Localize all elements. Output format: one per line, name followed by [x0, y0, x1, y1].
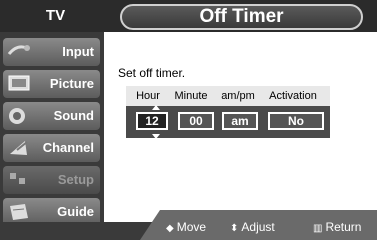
hint-adjust-label: Adjust	[241, 220, 275, 234]
speaker-icon	[9, 108, 25, 124]
sidebar-item-input[interactable]: Input	[3, 38, 100, 66]
hint-return-label: Return	[325, 220, 362, 234]
panel-subtitle: Set off timer.	[118, 66, 186, 80]
page-title: Off Timer	[120, 4, 363, 30]
sidebar-item-label: Input	[62, 44, 94, 59]
column-header-minute: Minute	[174, 90, 208, 102]
sidebar-item-picture[interactable]: Picture	[3, 70, 100, 98]
tv-screen: TV Off Timer Input Picture Sound Channel…	[0, 0, 377, 240]
hint-move: ◆ Move	[166, 218, 206, 238]
picture-monitor-icon	[8, 75, 30, 91]
sidebar-item-label: Setup	[57, 172, 94, 187]
sidebar-item-setup[interactable]: Setup	[3, 166, 100, 194]
hint-move-label: Move	[176, 220, 207, 234]
adjust-icon: ⬍	[230, 223, 239, 234]
setup-icon	[10, 173, 25, 184]
hint-adjust: ⬍ Adjust	[230, 218, 275, 238]
channel-dish-icon	[10, 141, 28, 155]
column-header-activation: Activation	[269, 90, 317, 102]
guide-icon	[10, 204, 28, 220]
decrease-arrow-icon[interactable]	[152, 134, 160, 139]
sidebar-item-label: Picture	[49, 76, 94, 91]
ampm-field[interactable]: am	[222, 112, 258, 130]
sidebar-item-label: Channel	[42, 140, 94, 155]
hint-return: ▥ Return	[313, 218, 361, 238]
increase-arrow-icon[interactable]	[152, 105, 160, 110]
tv-label: TV	[45, 7, 66, 24]
hour-field[interactable]: 12	[136, 112, 168, 130]
off-timer-panel: Set off timer. Hour Minute am/pm Activat…	[104, 32, 377, 222]
top-bar: TV Off Timer	[0, 0, 377, 32]
activation-field[interactable]: No	[268, 112, 324, 130]
sidebar: Input Picture Sound Channel Setup Guide	[0, 32, 104, 240]
sidebar-item-label: Sound	[53, 108, 94, 123]
column-header-ampm: am/pm	[221, 90, 255, 102]
sidebar-item-channel[interactable]: Channel	[3, 134, 100, 162]
minute-field[interactable]: 00	[178, 112, 214, 130]
input-plug-icon	[7, 45, 30, 55]
sidebar-item-sound[interactable]: Sound	[3, 102, 100, 130]
column-header-hour: Hour	[136, 90, 160, 102]
move-icon: ◆	[166, 223, 174, 234]
return-icon: ▥	[313, 223, 323, 234]
